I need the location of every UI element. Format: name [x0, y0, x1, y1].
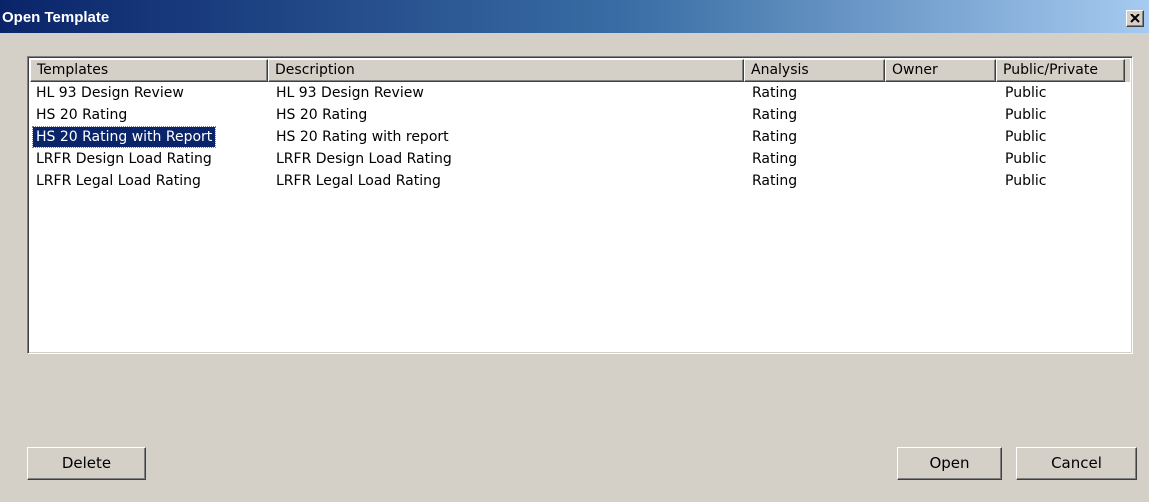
list-row[interactable]: HS 20 Rating HS 20 Rating Rating Public	[30, 105, 1130, 127]
cell-description: HL 93 Design Review	[276, 85, 424, 101]
templates-list[interactable]: Templates Description Analysis Owner Pub…	[27, 56, 1133, 354]
close-icon	[1130, 14, 1140, 23]
cell-visibility: Public	[1005, 151, 1047, 167]
open-button[interactable]: Open	[897, 447, 1002, 480]
list-row[interactable]: HS 20 Rating with Report HS 20 Rating wi…	[30, 126, 1130, 149]
list-row[interactable]: LRFR Legal Load Rating LRFR Legal Load R…	[30, 171, 1130, 193]
cell-template: HL 93 Design Review	[36, 85, 184, 101]
close-button[interactable]	[1126, 10, 1144, 27]
cell-analysis: Rating	[752, 85, 798, 101]
column-header-templates[interactable]: Templates	[30, 59, 268, 82]
column-header-owner[interactable]: Owner	[885, 59, 996, 82]
list-row[interactable]: HL 93 Design Review HL 93 Design Review …	[30, 83, 1130, 105]
cell-visibility: Public	[1005, 173, 1047, 189]
cell-description: LRFR Design Load Rating	[276, 151, 452, 167]
delete-button[interactable]: Delete	[27, 447, 146, 480]
cell-template: LRFR Legal Load Rating	[36, 173, 201, 189]
cell-analysis: Rating	[752, 129, 798, 145]
cell-description: HS 20 Rating	[276, 107, 368, 123]
cell-template: LRFR Design Load Rating	[36, 151, 212, 167]
cell-template: HS 20 Rating with Report	[31, 126, 217, 148]
column-header-analysis[interactable]: Analysis	[744, 59, 885, 82]
column-header-public-private[interactable]: Public/Private	[996, 59, 1125, 82]
title-bar[interactable]: Open Template	[0, 0, 1149, 33]
list-header: Templates Description Analysis Owner Pub…	[30, 59, 1130, 82]
cancel-button[interactable]: Cancel	[1016, 447, 1137, 480]
cell-analysis: Rating	[752, 151, 798, 167]
cell-visibility: Public	[1005, 85, 1047, 101]
column-header-description[interactable]: Description	[268, 59, 744, 82]
open-template-dialog: Open Template Templates Description Anal…	[0, 0, 1149, 502]
list-rows: HL 93 Design Review HL 93 Design Review …	[30, 83, 1130, 193]
cell-analysis: Rating	[752, 173, 798, 189]
cell-visibility: Public	[1005, 129, 1047, 145]
cell-template: HS 20 Rating	[36, 107, 128, 123]
dialog-title: Open Template	[2, 9, 110, 26]
list-row[interactable]: LRFR Design Load Rating LRFR Design Load…	[30, 149, 1130, 171]
cell-description: LRFR Legal Load Rating	[276, 173, 441, 189]
cell-description: HS 20 Rating with report	[276, 129, 449, 145]
cell-visibility: Public	[1005, 107, 1047, 123]
cell-analysis: Rating	[752, 107, 798, 123]
